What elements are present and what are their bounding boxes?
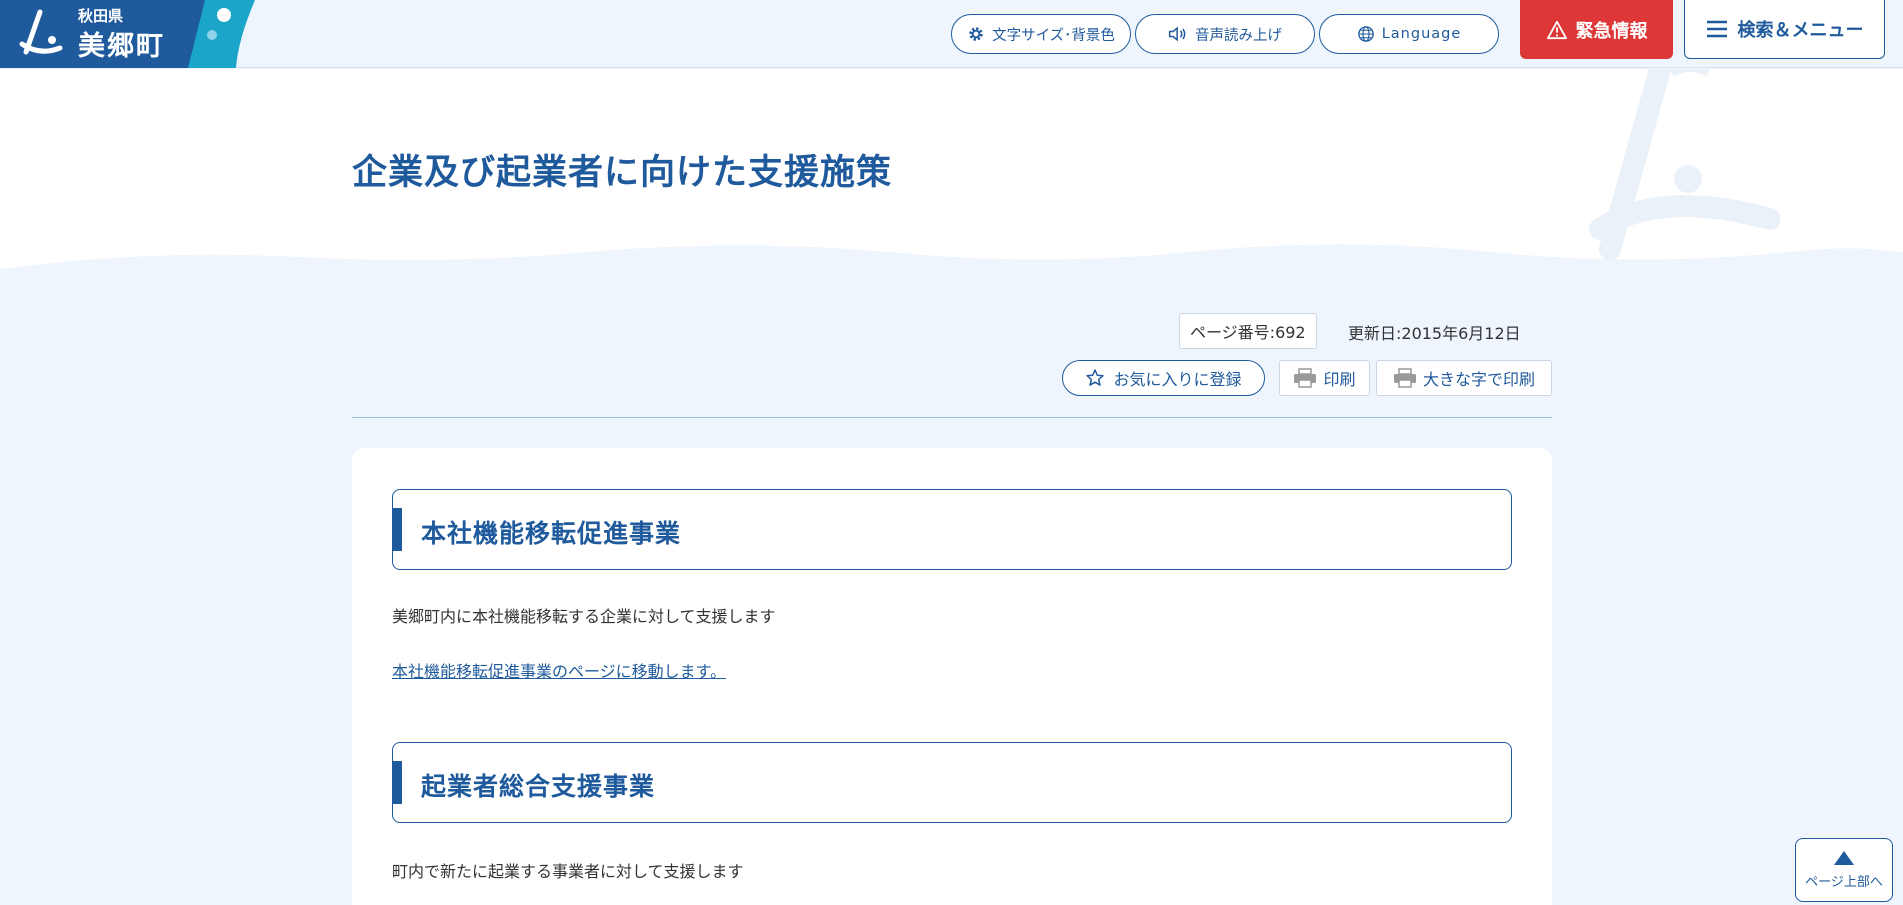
star-icon	[1086, 369, 1105, 386]
printer-icon	[1393, 368, 1416, 388]
voice-reading-label: 音声読み上げ	[1195, 27, 1282, 44]
section-text: 町内で新たに起業する事業者に対して支援します	[392, 862, 744, 881]
site-header: 秋田県 美郷町 文字サイズ･背景色 音声読み上げ Language 緊急情報 検…	[0, 0, 1903, 68]
page-title: 企業及び起業者に向けた支援施策	[352, 153, 893, 193]
voice-reading-button[interactable]: 音声読み上げ	[1135, 14, 1315, 54]
arrow-up-icon	[1834, 850, 1854, 865]
language-label: Language	[1381, 26, 1462, 42]
page-top-button[interactable]: ページ上部へ	[1795, 838, 1893, 902]
section-heading: 本社機能移転促進事業	[421, 519, 682, 548]
wave-divider	[0, 244, 1903, 289]
section-heading: 起業者総合支援事業	[421, 772, 656, 801]
content-card: 本社機能移転促進事業 美郷町内に本社機能移転する企業に対して支援します 本社機能…	[352, 448, 1552, 905]
print-large-text-label: 大きな字で印刷	[1422, 370, 1535, 389]
gear-icon	[969, 27, 983, 41]
add-favorite-label: お気に入りに登録	[1113, 370, 1242, 389]
title-band: 企業及び起業者に向けた支援施策	[0, 69, 1903, 289]
print-label: 印刷	[1323, 370, 1356, 389]
warning-icon	[1546, 20, 1567, 39]
font-size-background-button[interactable]: 文字サイズ･背景色	[951, 14, 1131, 54]
hamburger-icon	[1706, 20, 1727, 38]
prefecture-name: 秋田県	[78, 7, 124, 25]
emergency-info-button[interactable]: 緊急情報	[1520, 0, 1673, 59]
language-button[interactable]: Language	[1319, 14, 1499, 54]
speaker-icon	[1168, 26, 1186, 42]
town-name: 美郷町	[78, 31, 165, 62]
search-menu-label: 検索＆メニュー	[1737, 20, 1864, 41]
font-size-background-label: 文字サイズ･背景色	[992, 27, 1115, 44]
divider	[352, 417, 1552, 418]
print-large-text-button[interactable]: 大きな字で印刷	[1376, 360, 1552, 396]
add-favorite-button[interactable]: お気に入りに登録	[1062, 360, 1265, 396]
page-top-label: ページ上部へ	[1805, 874, 1883, 890]
section-text: 美郷町内に本社機能移転する企業に対して支援します	[392, 607, 776, 626]
section-heading-box: 起業者総合支援事業	[392, 742, 1512, 823]
print-button[interactable]: 印刷	[1279, 360, 1370, 396]
search-menu-button[interactable]: 検索＆メニュー	[1684, 0, 1885, 59]
section-link[interactable]: 本社機能移転促進事業のページに移動します。	[392, 658, 726, 682]
printer-icon	[1294, 368, 1317, 388]
page-number: ページ番号:692	[1179, 313, 1317, 349]
section-heading-box: 本社機能移転促進事業	[392, 489, 1512, 570]
updated-date: 更新日:2015年6月12日	[1348, 324, 1521, 343]
site-logo[interactable]: 秋田県 美郷町	[0, 0, 255, 68]
emergency-info-label: 緊急情報	[1575, 20, 1648, 42]
globe-icon	[1357, 26, 1374, 42]
